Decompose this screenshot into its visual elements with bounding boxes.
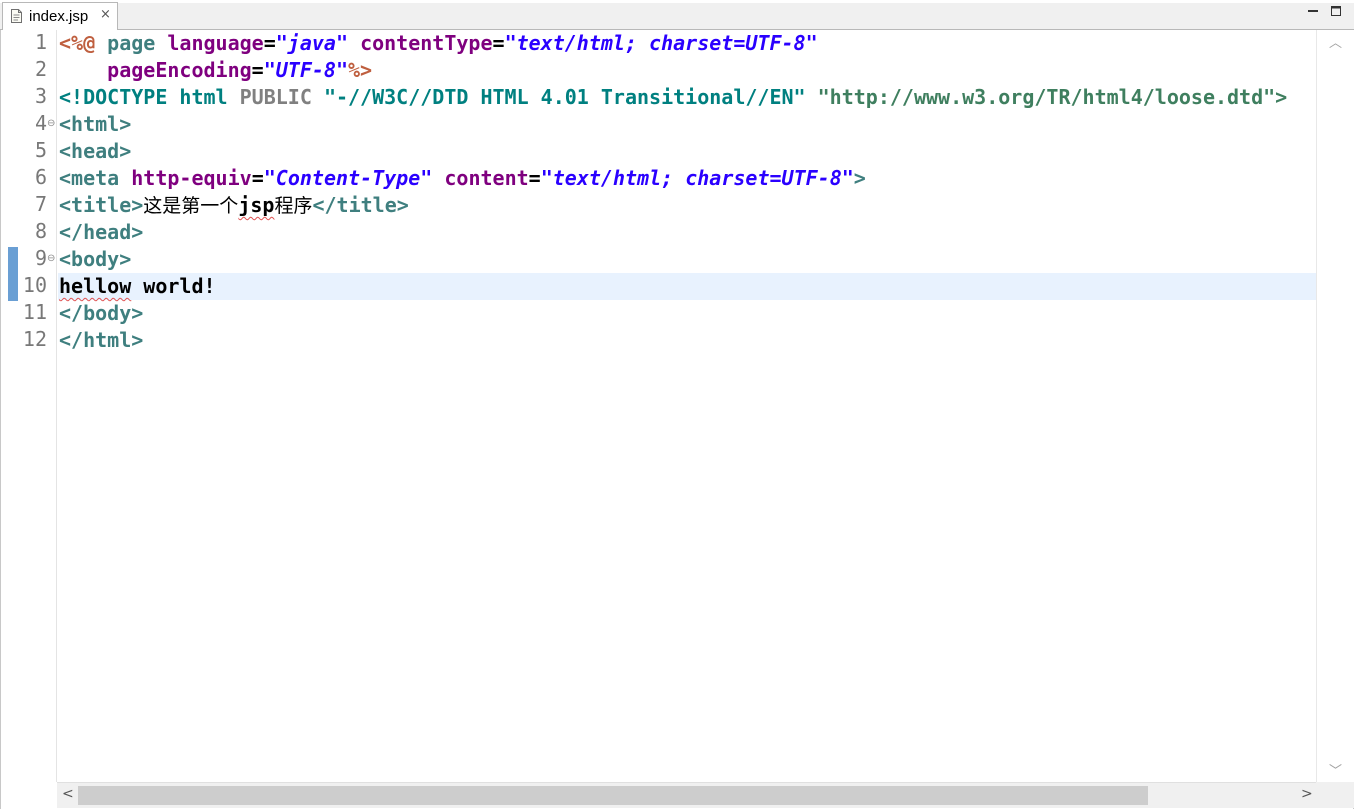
doctype-fpi: "-//W3C//DTD HTML 4.01 Transitional//EN" [323, 85, 806, 109]
doctype-open: <!DOCTYPE [59, 85, 168, 109]
tag-open: <meta [59, 166, 120, 190]
tag-open: <title> [59, 193, 144, 217]
horizontal-scrollbar[interactable]: < > [57, 782, 1316, 808]
code-line-11: </body> [59, 301, 144, 325]
title-text: 这是第一个 [143, 195, 239, 217]
code-line-5: <head> [59, 139, 132, 163]
line-number: 8 [34, 219, 47, 243]
line-number: 1 [34, 30, 47, 54]
directive-name: page [107, 31, 156, 55]
code-area[interactable]: <%@ page language="java" contentType="te… [58, 30, 1316, 782]
scrollbar-corner [1316, 782, 1354, 808]
line-number-gutter: 1 2 3 4 5 6 7 8 9 10 11 12 ⊖ ⊖ [19, 30, 57, 782]
line-number: 2 [34, 57, 47, 81]
jsp-file-icon [11, 9, 22, 23]
body-text: world! [131, 274, 216, 298]
equals-sign: = [251, 58, 264, 82]
tag-close: </title> [312, 193, 409, 217]
doctype-uri: "http://www.w3.org/TR/html4/loose.dtd"> [817, 85, 1288, 109]
fold-collapse-icon[interactable]: ⊖ [47, 118, 55, 129]
scroll-down-icon[interactable]: ﹀ [1329, 760, 1342, 779]
line-number: 12 [22, 327, 47, 351]
attribute-value: "UTF-8" [263, 58, 349, 82]
code-line-9: <body> [59, 247, 132, 271]
scroll-left-icon[interactable]: < [62, 786, 74, 802]
attribute-value: "text/html; charset=UTF-8" [504, 31, 818, 55]
attribute-value: "Content-Type" [263, 166, 433, 190]
attribute-name: content [444, 166, 529, 190]
equals-sign: = [263, 31, 276, 55]
attribute-name: http-equiv [131, 166, 252, 190]
title-text-misspelled: jsp [238, 193, 275, 217]
attribute-value: "java" [275, 31, 349, 55]
line-number: 9 [34, 246, 47, 270]
line-number: 3 [34, 84, 47, 108]
tag-close: > [853, 166, 866, 190]
attribute-name: pageEncoding [107, 58, 252, 82]
scroll-right-icon[interactable]: > [1301, 786, 1313, 802]
jsp-source-editor[interactable]: 1 2 3 4 5 6 7 8 9 10 11 12 ⊖ ⊖ <%@ page … [0, 30, 1354, 809]
body-text-misspelled: hellow [59, 274, 132, 298]
maximize-icon[interactable] [1329, 4, 1343, 18]
code-line-7: <title>这是第一个jsp程序</title> [59, 192, 409, 219]
vertical-scrollbar[interactable]: ︿ ﹀ [1316, 30, 1354, 782]
jsp-directive-close: %> [348, 58, 373, 82]
fold-collapse-icon[interactable]: ⊖ [47, 253, 55, 264]
line-number: 6 [34, 165, 47, 189]
line-number: 11 [22, 300, 47, 324]
editor-tab-bar: index.jsp × [0, 0, 1354, 31]
close-tab-icon[interactable]: × [100, 7, 111, 22]
jsp-directive-open: <%@ [59, 31, 96, 55]
code-line-12: </html> [59, 328, 144, 352]
code-line-8: </head> [59, 220, 144, 244]
line-number: 7 [34, 192, 47, 216]
selection-marker [8, 247, 18, 301]
code-line-6: <meta http-equiv="Content-Type" content=… [59, 165, 866, 192]
attribute-value: "text/html; charset=UTF-8" [540, 166, 854, 190]
code-line-1: <%@ page language="java" contentType="te… [59, 30, 818, 57]
scrollbar-left-padding [1, 782, 57, 808]
equals-sign: = [528, 166, 541, 190]
tab-bar-top-border [0, 0, 1354, 3]
scroll-up-icon[interactable]: ︿ [1329, 32, 1342, 51]
current-line-highlight [58, 273, 1316, 300]
code-line-4: <html> [59, 112, 132, 136]
attribute-name: contentType [360, 31, 493, 55]
line-number: 4 [34, 111, 47, 135]
title-text: 程序 [274, 195, 313, 217]
equals-sign: = [492, 31, 505, 55]
doctype-root: html [179, 85, 228, 109]
attribute-name: language [167, 31, 264, 55]
code-line-2: pageEncoding="UTF-8"%> [59, 57, 372, 84]
line-number: 10 [22, 273, 47, 297]
code-line-3: <!DOCTYPE html PUBLIC "-//W3C//DTD HTML … [59, 84, 1287, 111]
line-number: 5 [34, 138, 47, 162]
minimize-icon[interactable] [1306, 4, 1320, 18]
doctype-public: PUBLIC [239, 85, 312, 109]
tab-index-jsp[interactable]: index.jsp × [2, 2, 118, 31]
annotation-ruler [7, 30, 19, 782]
tab-title: index.jsp [29, 8, 89, 25]
horizontal-scroll-thumb[interactable] [78, 786, 1148, 805]
equals-sign: = [251, 166, 264, 190]
code-line-10: hellow world! [59, 273, 216, 300]
